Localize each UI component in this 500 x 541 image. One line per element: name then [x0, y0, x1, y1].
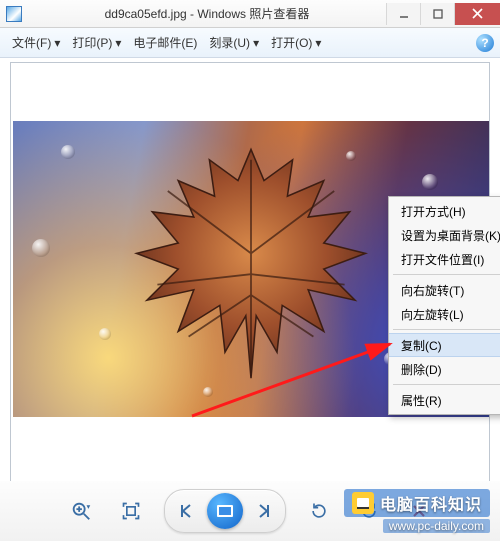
previous-button[interactable] — [173, 497, 201, 525]
cm-open-with[interactable]: 打开方式(H) — [389, 199, 500, 223]
chevron-down-icon: ▾ — [54, 36, 60, 50]
close-button[interactable] — [454, 3, 500, 25]
window-controls — [386, 3, 500, 25]
window-title: dd9ca05efd.jpg - Windows 照片查看器 — [28, 5, 386, 22]
cm-separator — [393, 384, 500, 385]
actual-size-button[interactable] — [114, 494, 148, 528]
cm-open-file-location[interactable]: 打开文件位置(I) — [389, 247, 500, 271]
menu-open[interactable]: 打开(O)▾ — [265, 28, 327, 57]
menu-file[interactable]: 文件(F)▾ — [6, 28, 66, 57]
raindrop — [422, 174, 438, 190]
menu-burn[interactable]: 刻录(U)▾ — [203, 28, 265, 57]
minimize-button[interactable] — [386, 3, 420, 25]
cm-separator — [393, 274, 500, 275]
watermark: 电脑百科知识 www.pc-daily.com — [344, 489, 490, 533]
menu-print[interactable]: 打印(P)▾ — [66, 28, 127, 57]
navigation-cluster — [164, 489, 286, 533]
cm-properties[interactable]: 属性(R) — [389, 388, 500, 412]
raindrop — [99, 328, 111, 340]
cm-set-background[interactable]: 设置为桌面背景(K) — [389, 223, 500, 247]
cm-delete[interactable]: 删除(D) — [389, 357, 500, 381]
cm-copy[interactable]: 复制(C) — [389, 333, 500, 357]
watermark-icon — [352, 492, 374, 514]
menubar: 文件(F)▾ 打印(P)▾ 电子邮件(E) 刻录(U)▾ 打开(O)▾ ? — [0, 28, 500, 58]
menu-email[interactable]: 电子邮件(E) — [127, 28, 203, 57]
titlebar: dd9ca05efd.jpg - Windows 照片查看器 — [0, 0, 500, 28]
maple-leaf — [121, 134, 381, 394]
svg-text:▾: ▾ — [87, 502, 91, 511]
slideshow-button[interactable] — [207, 493, 243, 529]
cm-rotate-left[interactable]: 向左旋转(L) — [389, 302, 500, 326]
next-button[interactable] — [249, 497, 277, 525]
cm-separator — [393, 329, 500, 330]
zoom-button[interactable]: ▾ — [64, 494, 98, 528]
raindrop — [61, 145, 75, 159]
chevron-down-icon: ▾ — [115, 36, 121, 50]
cm-rotate-right[interactable]: 向右旋转(T) — [389, 278, 500, 302]
watermark-text: 电脑百科知识 — [380, 491, 482, 515]
chevron-down-icon: ▾ — [253, 36, 259, 50]
help-icon[interactable]: ? — [476, 34, 494, 52]
chevron-down-icon: ▾ — [315, 36, 321, 50]
rotate-ccw-button[interactable] — [302, 494, 336, 528]
maximize-button[interactable] — [420, 3, 454, 25]
watermark-url: www.pc-daily.com — [383, 519, 490, 533]
app-icon — [6, 6, 22, 22]
raindrop — [32, 239, 50, 257]
context-menu: 打开方式(H) 设置为桌面背景(K) 打开文件位置(I) 向右旋转(T) 向左旋… — [388, 196, 500, 415]
